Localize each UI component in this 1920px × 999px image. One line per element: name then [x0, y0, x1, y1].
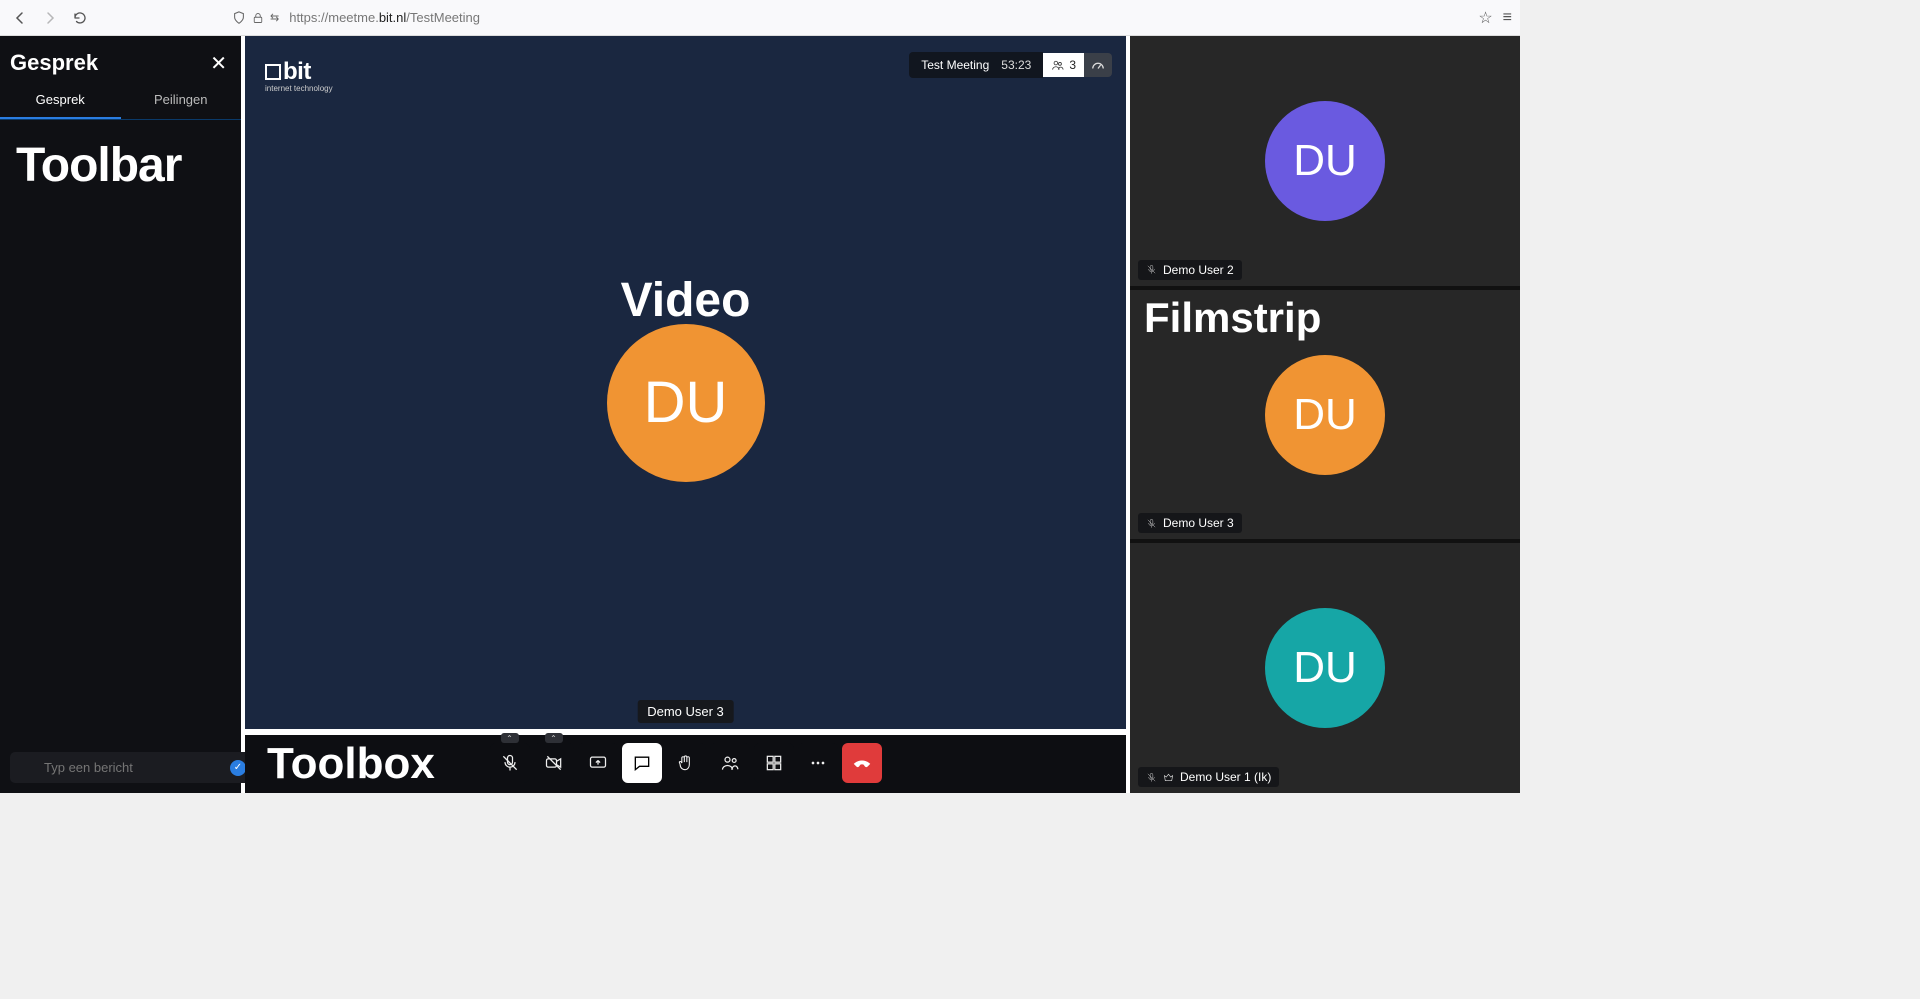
- main-avatar: DU: [607, 324, 765, 482]
- avatar: DU: [1265, 355, 1385, 475]
- logo-text: bit: [283, 58, 311, 86]
- logo-subtitle: internet technology: [265, 84, 333, 93]
- tile-name-badge: Demo User 2: [1138, 260, 1242, 280]
- chat-tabs: Gesprek Peilingen: [0, 82, 241, 120]
- raise-hand-button[interactable]: [666, 743, 706, 783]
- screenshare-button[interactable]: [578, 743, 618, 783]
- more-actions-button[interactable]: [798, 743, 838, 783]
- annotation-toolbar: Toolbar: [0, 120, 241, 193]
- participants-icon: [1051, 59, 1064, 72]
- chat-title: Gesprek: [10, 50, 98, 76]
- muted-mic-icon: [1146, 264, 1157, 275]
- meeting-name: Test Meeting: [921, 58, 989, 72]
- permissions-icon: ⇆: [270, 11, 279, 25]
- tile-name-badge: Demo User 3: [1138, 513, 1242, 533]
- shield-icon: [232, 11, 246, 25]
- tile-name-badge: Demo User 1 (Ik): [1138, 767, 1279, 787]
- participant-name: Demo User 1 (Ik): [1180, 770, 1271, 784]
- meeting-info-bar: Test Meeting 53:23 3: [909, 52, 1112, 78]
- hangup-button[interactable]: [842, 743, 882, 783]
- address-bar[interactable]: ⇆ https://meetme.bit.nl/TestMeeting: [232, 10, 1438, 25]
- moderator-icon: [1163, 772, 1174, 783]
- close-icon[interactable]: ✕: [210, 51, 227, 76]
- tab-polls[interactable]: Peilingen: [121, 82, 242, 119]
- forward-button[interactable]: [38, 6, 62, 30]
- avatar: DU: [1265, 101, 1385, 221]
- camera-toggle[interactable]: ⌃: [534, 743, 574, 783]
- annotation-video: Video: [621, 273, 751, 328]
- speaker-name: Demo User 3: [637, 700, 734, 723]
- participants-count: 3: [1069, 58, 1076, 72]
- menu-icon[interactable]: ≡: [1503, 9, 1512, 27]
- tile-view-button[interactable]: [754, 743, 794, 783]
- participant-name: Demo User 2: [1163, 263, 1234, 277]
- browser-chrome: ⇆ https://meetme.bit.nl/TestMeeting ☆ ≡: [0, 0, 1520, 36]
- annotation-toolbox: Toolbox: [245, 739, 435, 789]
- chat-toggle[interactable]: [622, 743, 662, 783]
- participants-badge[interactable]: 3: [1043, 53, 1084, 77]
- back-button[interactable]: [8, 6, 32, 30]
- toolbox-bar: Toolbox ⌃ ⌃: [245, 735, 1126, 793]
- mic-toggle[interactable]: ⌃: [490, 743, 530, 783]
- filmstrip: Filmstrip DU Demo User 2 DU Demo User 3 …: [1130, 36, 1520, 793]
- participant-name: Demo User 3: [1163, 516, 1234, 530]
- camera-options-caret[interactable]: ⌃: [545, 733, 563, 743]
- main-video: bit internet technology Test Meeting 53:…: [245, 36, 1126, 735]
- mic-options-caret[interactable]: ⌃: [501, 733, 519, 743]
- chat-panel: Gesprek ✕ Gesprek Peilingen Toolbar ☺ ✓: [0, 36, 245, 793]
- url-text: https://meetme.bit.nl/TestMeeting: [289, 10, 480, 25]
- muted-mic-icon: [1146, 772, 1157, 783]
- lock-icon: [252, 11, 264, 25]
- tab-chat[interactable]: Gesprek: [0, 82, 121, 119]
- bookmark-icon[interactable]: ☆: [1478, 8, 1492, 28]
- chat-input[interactable]: [10, 752, 254, 783]
- annotation-filmstrip: Filmstrip: [1144, 294, 1321, 342]
- reload-button[interactable]: [68, 6, 92, 30]
- chat-confirm-icon[interactable]: ✓: [230, 760, 246, 776]
- avatar: DU: [1265, 608, 1385, 728]
- participants-button[interactable]: [710, 743, 750, 783]
- meeting-timer: 53:23: [1001, 58, 1031, 72]
- participant-tile[interactable]: DU Demo User 2: [1130, 36, 1520, 290]
- brand-logo: bit: [265, 58, 311, 86]
- performance-icon[interactable]: [1084, 53, 1112, 77]
- participant-tile[interactable]: DU Demo User 1 (Ik): [1130, 543, 1520, 793]
- muted-mic-icon: [1146, 518, 1157, 529]
- logo-mark-icon: [265, 64, 281, 80]
